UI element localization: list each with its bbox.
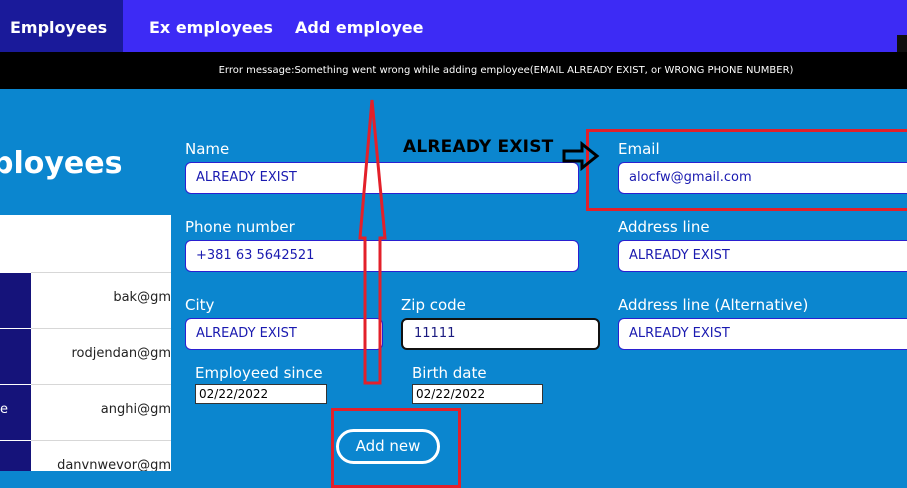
annotation-arrows [358,99,600,385]
right-arrow-icon [562,140,600,172]
up-arrow-icon [358,99,387,385]
